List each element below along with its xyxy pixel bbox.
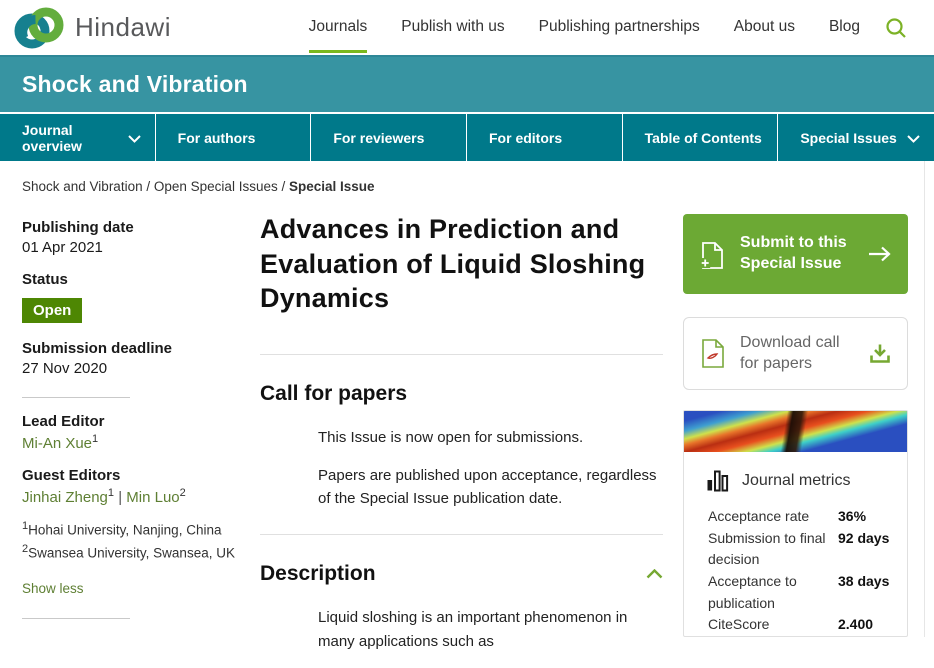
deadline-label: Submission deadline [22,340,240,357]
affiliation-item: 2Swansea University, Swansea, UK [22,541,240,564]
metric-row: CiteScore 2.400 [708,614,893,636]
download-call-for-papers-button[interactable]: Download call for papers [683,317,908,390]
description-body: Liquid sloshing is an important phenomen… [318,606,663,653]
journal-cover-image [684,411,907,452]
page-edge-divider [924,161,925,637]
paragraph: Liquid sloshing is an important phenomen… [318,606,663,653]
divider [260,534,663,535]
publishing-date-value: 01 Apr 2021 [22,239,240,256]
journal-metrics-card: Journal metrics Acceptance rate 36% Subm… [683,410,908,637]
divider [22,397,130,398]
nav-about-us[interactable]: About us [734,2,795,53]
affiliation-item: 1Hohai University, Nanjing, China [22,518,240,541]
journal-nav-special-issues[interactable]: Special Issues [778,114,934,161]
paragraph: Papers are published upon acceptance, re… [318,464,663,511]
submit-button-label: Submit to this Special Issue [740,233,854,275]
nav-publishing-partnerships[interactable]: Publishing partnerships [539,2,700,53]
download-icon [869,343,891,365]
breadcrumb-current: Special Issue [289,179,375,194]
breadcrumb-separator: / [146,179,150,194]
status-badge: Open [22,298,82,323]
journal-metrics-title: Journal metrics [742,472,850,490]
nav-blog[interactable]: Blog [829,2,860,53]
call-for-papers-header: Call for papers [260,382,663,406]
page-title: Advances in Prediction and Evaluation of… [260,212,663,316]
lead-editor-sup: 1 [92,433,98,445]
call-for-papers-heading: Call for papers [260,382,407,406]
chevron-down-icon [907,130,920,146]
journal-nav-table-of-contents[interactable]: Table of Contents [623,114,779,161]
breadcrumb-open-special-issues[interactable]: Open Special Issues [154,179,278,194]
document-plus-icon [699,238,726,270]
journal-nav: Journal overview For authors For reviewe… [0,112,934,161]
content-area: Publishing date 01 Apr 2021 Status Open … [0,204,934,668]
guest-editor-link[interactable]: Min Luo [126,489,179,506]
brand-name: Hindawi [75,12,171,43]
lead-editor-link[interactable]: Mi-An Xue [22,435,92,452]
call-for-papers-body: This Issue is now open for submissions. … [318,426,663,511]
breadcrumb-separator: / [281,179,285,194]
top-nav: Journals Publish with us Publishing part… [309,2,860,53]
affiliations: 1Hohai University, Nanjing, China 2Swans… [22,518,240,565]
lead-editor-label: Lead Editor [22,413,240,430]
divider [22,618,130,619]
submit-special-issue-button[interactable]: Submit to this Special Issue [683,214,908,294]
status-label: Status [22,271,240,288]
lead-editor: Mi-An Xue1 [22,433,240,452]
main-column: Advances in Prediction and Evaluation of… [260,204,663,668]
show-less-link[interactable]: Show less [22,581,84,596]
metric-row: Acceptance to publication 38 days [708,571,893,614]
publishing-date-label: Publishing date [22,219,240,236]
nav-publish-with-us[interactable]: Publish with us [401,2,504,53]
description-header: Description [260,562,663,586]
journal-title: Shock and Vibration [22,71,248,98]
site-header: Hindawi Journals Publish with us Publish… [0,0,934,57]
journal-metrics-header: Journal metrics [684,452,907,504]
breadcrumb-journal[interactable]: Shock and Vibration [22,179,143,194]
guest-editors-label: Guest Editors [22,467,240,484]
journal-banner: Shock and Vibration [0,57,934,112]
journal-metrics-list: Acceptance rate 36% Submission to final … [684,504,907,637]
journal-nav-for-authors[interactable]: For authors [156,114,312,161]
paragraph: This Issue is now open for submissions. [318,426,663,449]
pdf-file-icon [700,338,726,369]
metric-row: Acceptance rate 36% [708,506,893,528]
divider [260,354,663,355]
search-icon[interactable] [884,16,908,40]
issue-sidebar: Publishing date 01 Apr 2021 Status Open … [22,204,240,668]
guest-editor-link[interactable]: Jinhai Zheng [22,489,108,506]
description-heading: Description [260,562,376,586]
right-column: Submit to this Special Issue Download ca… [683,204,908,668]
journal-nav-overview[interactable]: Journal overview [0,114,156,161]
journal-nav-for-reviewers[interactable]: For reviewers [311,114,467,161]
hindawi-rings-icon [12,4,66,52]
bar-chart-icon [706,470,729,492]
download-button-label: Download call for papers [740,333,855,375]
hindawi-logo[interactable]: Hindawi [12,4,171,52]
nav-journals[interactable]: Journals [309,2,368,53]
editor-separator: | [118,489,122,506]
metric-row: Submission to final decision 92 days [708,528,893,571]
arrow-right-icon [868,246,892,262]
chevron-down-icon [128,130,141,146]
journal-nav-for-editors[interactable]: For editors [467,114,623,161]
collapse-section-icon[interactable] [646,569,663,579]
guest-editors: Jinhai Zheng1 | Min Luo2 [22,487,240,506]
breadcrumb: Shock and Vibration / Open Special Issue… [0,161,934,204]
deadline-value: 27 Nov 2020 [22,360,240,377]
